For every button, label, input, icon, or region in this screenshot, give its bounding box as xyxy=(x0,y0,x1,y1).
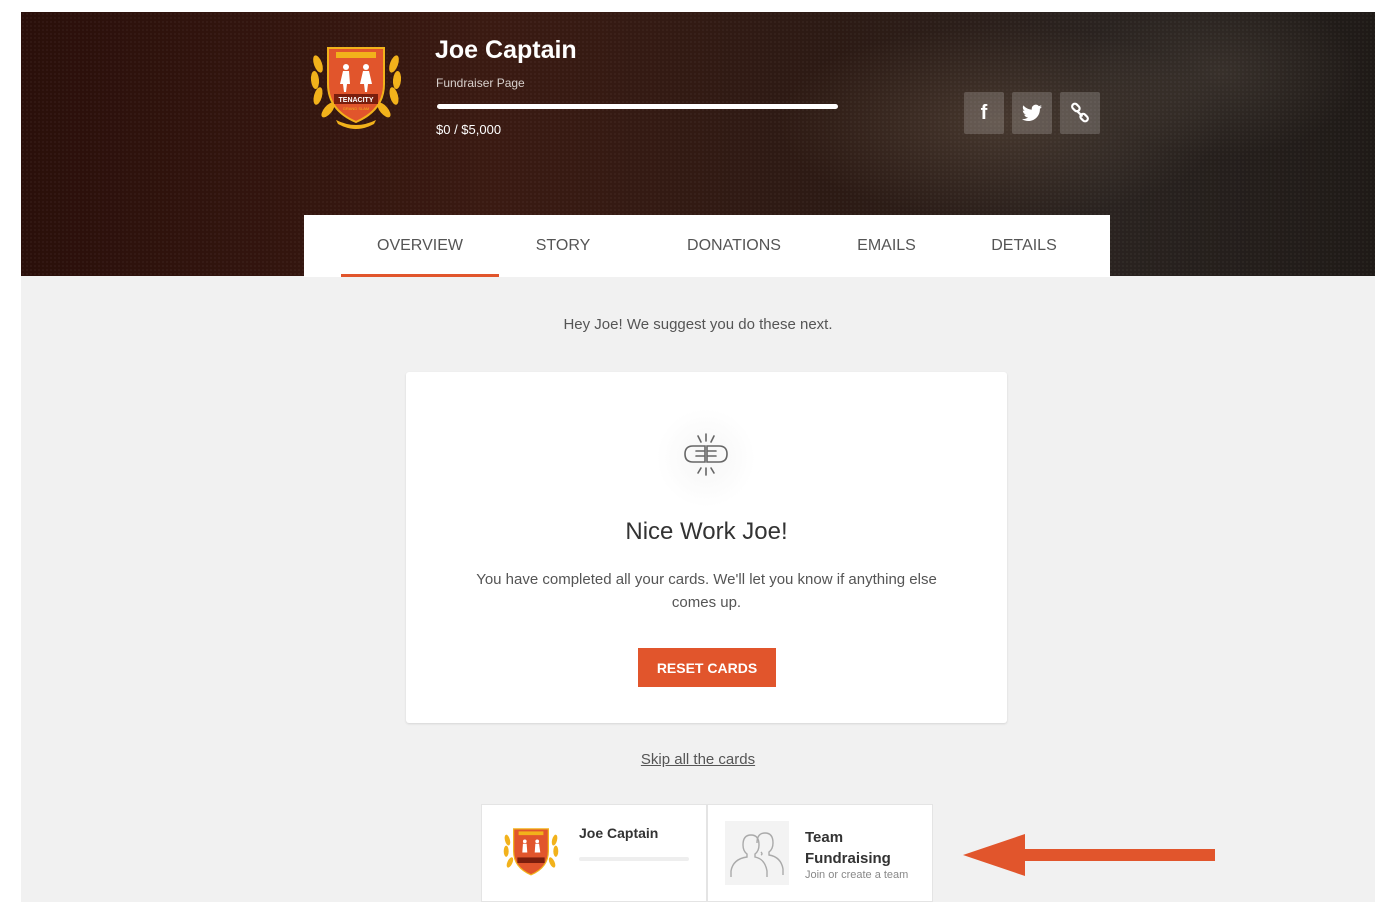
team-people-icon xyxy=(730,832,784,877)
fundraising-amount: $0 / $5,000 xyxy=(436,122,502,137)
share-twitter-button[interactable] xyxy=(1012,92,1052,134)
team-fundraising-card[interactable]: Team Fundraising Join or create a team xyxy=(707,804,933,902)
suggestion-text: Hey Joe! We suggest you do these next. xyxy=(563,316,833,333)
twitter-icon xyxy=(1022,104,1042,121)
share-facebook-button[interactable]: f xyxy=(964,92,1004,134)
profile-name: Joe Captain xyxy=(579,825,659,841)
facebook-icon: f xyxy=(980,101,988,124)
copy-link-button[interactable] xyxy=(1060,92,1100,134)
svg-text:TENACITY: TENACITY xyxy=(339,97,374,104)
profile-mini-card[interactable]: Joe Captain xyxy=(481,804,707,902)
tab-overview[interactable]: OVERVIEW xyxy=(341,215,499,277)
fundraiser-name: Joe Captain xyxy=(435,36,577,64)
fist-bump-icon xyxy=(684,433,728,476)
tenacity-logo-small xyxy=(503,828,559,876)
link-icon xyxy=(1071,102,1089,123)
pointer-arrow xyxy=(963,834,1215,876)
card-title: Nice Work Joe! xyxy=(625,518,788,545)
tab-emails[interactable]: EMAILS xyxy=(829,215,944,277)
tab-story[interactable]: STORY xyxy=(519,215,607,277)
team-subtitle: Join or create a team xyxy=(805,869,909,881)
reset-cards-button[interactable]: RESET CARDS xyxy=(638,648,776,687)
page: TENACITY GRAND SLAM Joe Captain Fundrais… xyxy=(21,12,1375,902)
profile-progress-bar xyxy=(579,857,689,861)
card-icon-circle xyxy=(656,408,756,508)
card-text: You have completed all your cards. We'll… xyxy=(476,571,937,611)
page-tabs: OVERVIEW STORY DONATIONS EMAILS DETAILS xyxy=(304,215,1110,277)
tab-donations[interactable]: DONATIONS xyxy=(668,215,800,277)
tab-details[interactable]: DETAILS xyxy=(972,215,1076,277)
team-title: Team Fundraising xyxy=(805,829,891,867)
fundraiser-subtitle: Fundraiser Page xyxy=(436,76,525,90)
fundraising-progress-bar xyxy=(437,104,838,109)
completion-card: Nice Work Joe! You have completed all yo… xyxy=(406,372,1007,723)
svg-text:GRAND SLAM: GRAND SLAM xyxy=(343,106,369,111)
tenacity-logo: TENACITY GRAND SLAM xyxy=(310,47,402,129)
skip-cards-link[interactable]: Skip all the cards xyxy=(21,751,1375,768)
team-icon-box xyxy=(725,821,789,885)
